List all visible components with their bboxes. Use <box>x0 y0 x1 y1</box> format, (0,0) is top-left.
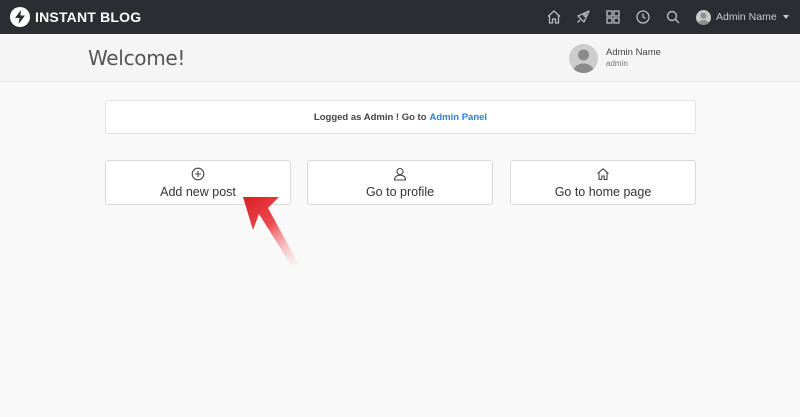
user-menu-name: Admin Name <box>716 11 777 23</box>
admin-notice: Logged as Admin ! Go to Admin Panel <box>105 100 696 134</box>
lightning-bolt-icon <box>10 7 30 27</box>
chevron-down-icon <box>782 15 789 19</box>
profile-role: admin <box>606 58 628 68</box>
plus-circle-icon <box>191 167 205 181</box>
card-label: Add new post <box>160 185 236 199</box>
top-navbar: INSTANT BLOG Admin Name <box>0 0 800 34</box>
home-icon[interactable] <box>545 8 563 26</box>
admin-panel-link[interactable]: Admin Panel <box>430 112 488 123</box>
user-icon <box>393 167 407 181</box>
search-icon[interactable] <box>664 8 682 26</box>
profile-summary: Admin Name admin <box>569 44 661 73</box>
brand[interactable]: INSTANT BLOG <box>10 7 141 27</box>
clock-icon[interactable] <box>634 8 652 26</box>
home-icon <box>596 167 610 181</box>
rocket-icon[interactable] <box>574 8 592 26</box>
profile-name: Admin Name <box>606 47 661 59</box>
page-title: Welcome! <box>88 46 186 70</box>
brand-name: INSTANT BLOG <box>35 9 142 25</box>
notice-text: Logged as Admin ! Go to <box>313 111 427 123</box>
card-label: Go to profile <box>365 185 435 199</box>
go-to-home-page-button[interactable]: Go to home page <box>510 160 696 205</box>
card-label: Go to home page <box>554 185 652 199</box>
avatar <box>696 9 711 25</box>
grid-icon[interactable] <box>604 8 622 26</box>
add-new-post-button[interactable]: Add new post <box>105 160 291 205</box>
go-to-profile-button[interactable]: Go to profile <box>307 160 493 205</box>
welcome-header: Welcome! Admin Name admin <box>0 34 800 82</box>
user-menu[interactable]: Admin Name <box>696 9 789 25</box>
avatar <box>569 44 598 73</box>
